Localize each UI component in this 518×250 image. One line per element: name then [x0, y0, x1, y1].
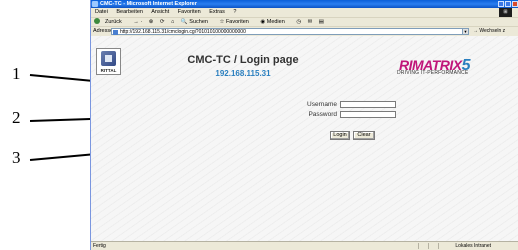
rittal-shield-icon [101, 51, 116, 66]
callout-number-2: 2 [12, 108, 21, 127]
history-icon[interactable]: ◷ [296, 19, 301, 25]
favorites-button[interactable]: ☆ Favoriten [219, 19, 253, 25]
minimize-button[interactable] [498, 1, 504, 7]
menu-help[interactable]: ? [233, 9, 236, 15]
menu-edit[interactable]: Bearbeiten [116, 9, 143, 15]
search-button[interactable]: 🔍 Suchen [181, 19, 213, 25]
menu-view[interactable]: Ansicht [151, 9, 169, 15]
address-value: http://192.168.115.31/cmclogin.cgi?01010… [120, 29, 246, 35]
print-icon[interactable]: ▤ [319, 19, 324, 25]
mail-icon[interactable]: ✉ [308, 19, 313, 25]
ie-icon [92, 1, 98, 7]
clear-button[interactable]: Clear [353, 131, 375, 140]
window-title: CMC-TC - Microsoft Internet Explorer [100, 1, 197, 7]
menu-file[interactable]: Datei [95, 9, 108, 15]
rittal-logo-text: RITTAL [100, 68, 117, 73]
close-button[interactable] [512, 1, 518, 7]
status-bar: Fertig Lokales Intranet [91, 241, 518, 250]
page-title: CMC-TC / Login page [187, 54, 299, 66]
username-input[interactable] [340, 101, 396, 108]
windows-logo-icon: ⊞ [499, 8, 512, 17]
stop-icon[interactable]: ⊗ [149, 19, 154, 25]
address-input[interactable]: http://192.168.115.31/cmclogin.cgi?01010… [111, 28, 469, 35]
back-arrow-icon [94, 18, 100, 24]
page-content: RITTAL CMC-TC / Login page 192.168.115.3… [91, 36, 518, 242]
back-button[interactable]: Zurück [94, 18, 127, 25]
password-input[interactable] [340, 111, 396, 118]
rittal-logo: RITTAL [96, 48, 121, 75]
forward-button[interactable]: → · [133, 19, 142, 25]
status-text: Fertig [93, 243, 106, 249]
menu-bar: Datei Bearbeiten Ansicht Favoriten Extra… [91, 8, 518, 17]
login-button[interactable]: Login [330, 131, 350, 140]
callout-number-1: 1 [12, 64, 21, 83]
password-label: Password [308, 111, 337, 118]
menu-favorites[interactable]: Favoriten [178, 9, 201, 15]
rimatrix-tagline: DRIVING IT-PERFORMANCE [397, 70, 469, 76]
maximize-button[interactable] [505, 1, 511, 7]
go-button[interactable]: → Wechseln z [473, 27, 518, 36]
home-icon[interactable]: ⌂ [171, 19, 174, 25]
page-icon [113, 29, 118, 35]
menu-tools[interactable]: Extras [209, 9, 225, 15]
browser-window: CMC-TC - Microsoft Internet Explorer Dat… [90, 0, 518, 250]
device-ip: 192.168.115.31 [215, 69, 271, 78]
callout-number-3: 3 [12, 148, 21, 167]
address-dropdown-icon[interactable]: ▼ [462, 28, 469, 35]
title-bar: CMC-TC - Microsoft Internet Explorer [91, 0, 518, 8]
address-bar: Adresse http://192.168.115.31/cmclogin.c… [91, 26, 518, 36]
username-label: Username [307, 101, 337, 108]
media-button[interactable]: ◉ Medien [260, 19, 289, 25]
refresh-icon[interactable]: ⟳ [160, 19, 165, 25]
zone-text: Lokales Intranet [455, 243, 491, 249]
